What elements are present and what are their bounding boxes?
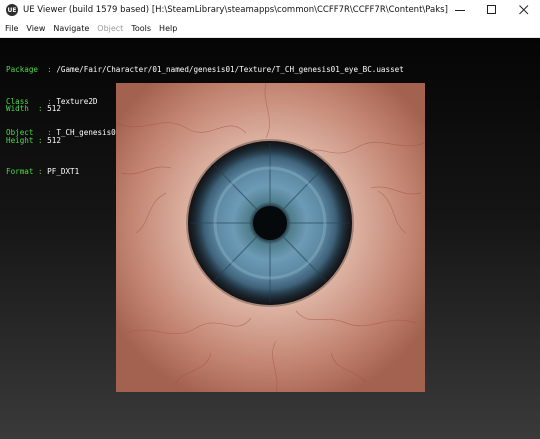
menu-bar: File View Navigate Object Tools Help — [0, 20, 540, 38]
close-button[interactable] — [508, 0, 540, 20]
height-label: Height — [6, 135, 34, 145]
minimize-button[interactable] — [444, 0, 476, 20]
width-value: 512 — [47, 104, 61, 113]
menu-help[interactable]: Help — [155, 20, 181, 37]
menu-navigate[interactable]: Navigate — [49, 20, 93, 37]
format-value: PF_DXT1 — [47, 167, 80, 176]
menu-file[interactable]: File — [0, 20, 22, 37]
maximize-icon — [487, 5, 496, 14]
menu-object: Object — [97, 24, 124, 33]
height-value: 512 — [47, 135, 61, 145]
app-icon: UE — [6, 4, 18, 16]
ue-viewer-window: UE UE Viewer (build 1579 based) [H:\Stea… — [0, 0, 540, 439]
maximize-button[interactable] — [476, 0, 508, 20]
window-title: UE Viewer (build 1579 based) [H:\SteamLi… — [23, 5, 448, 15]
texture-viewport[interactable]: Package : /Game/Fair/Character/01_named/… — [0, 38, 540, 439]
close-icon — [519, 5, 529, 15]
eye-texture-preview — [116, 83, 425, 392]
menu-view[interactable]: View — [22, 20, 49, 37]
format-row: Format : PF_DXT1 — [6, 167, 80, 176]
package-label: Package — [6, 65, 39, 74]
width-label: Width — [6, 104, 29, 113]
menu-tools[interactable]: Tools — [127, 20, 155, 37]
texture-info: Width : 512 Height : 512 Format : PF_DXT… — [6, 83, 79, 199]
title-bar[interactable]: UE UE Viewer (build 1579 based) [H:\Stea… — [0, 0, 540, 20]
eye-texture-image — [116, 83, 425, 392]
minimize-icon — [455, 10, 465, 11]
height-row: Height : 512 — [6, 135, 61, 145]
width-row: Width : 512 — [6, 104, 61, 113]
package-row: Package : /Game/Fair/Character/01_named/… — [6, 65, 404, 74]
format-label: Format — [6, 167, 34, 176]
window-controls — [444, 0, 540, 20]
package-value: /Game/Fair/Character/01_named/genesis01/… — [56, 65, 404, 74]
